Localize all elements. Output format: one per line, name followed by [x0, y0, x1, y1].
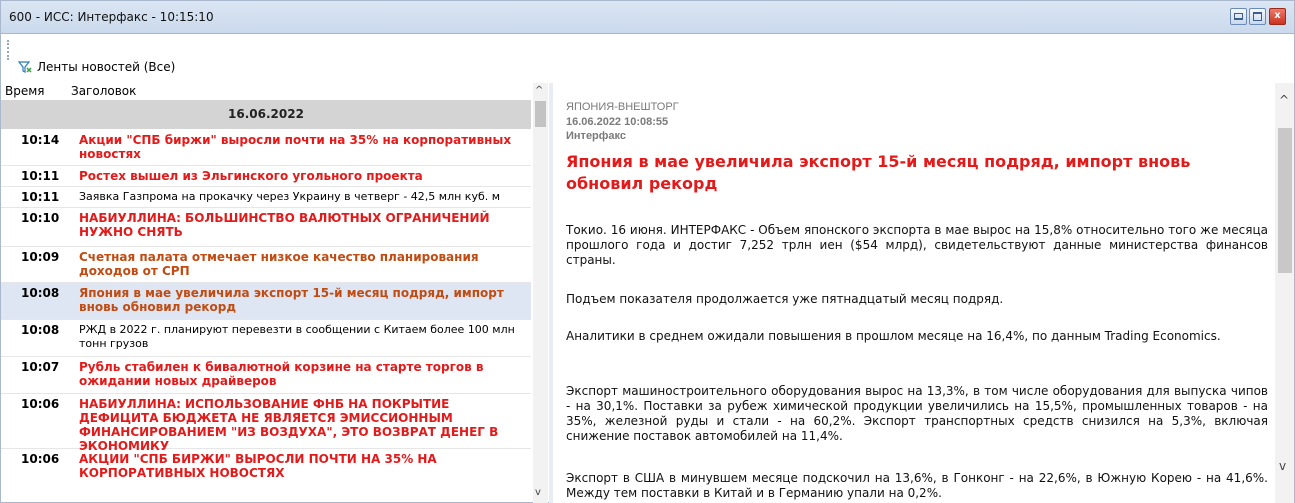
news-headline: Акции "СПБ биржи" выросли почти на 35% н…	[79, 133, 512, 161]
news-headline: Ростех вышел из Эльгинского угольного пр…	[79, 169, 423, 183]
list-column-header: Время Заголовок	[1, 83, 531, 100]
window-title: 600 - ИСС: Интерфакс - 10:15:10	[9, 10, 214, 24]
close-button[interactable]: x	[1269, 8, 1286, 25]
list-scrollbar[interactable]: ^ v	[533, 83, 548, 503]
article-paragraph: Токио. 16 июня. ИНТЕРФАКС - Объем японск…	[566, 223, 1268, 267]
news-headline: НАБИУЛЛИНА: БОЛЬШИНСТВО ВАЛЮТНЫХ ОГРАНИЧ…	[79, 211, 490, 239]
chevron-down-icon[interactable]: v	[535, 487, 541, 498]
news-row[interactable]: 10:06 АКЦИИ "СПБ БИРЖИ" ВЫРОСЛИ ПОЧТИ НА…	[1, 449, 531, 503]
article-scrollbar[interactable]: ^ v	[1275, 83, 1294, 503]
column-time-header[interactable]: Время	[5, 84, 45, 98]
news-row-selected[interactable]: 10:08 Япония в мае увеличила экспорт 15-…	[1, 283, 531, 320]
minimize-icon	[1234, 13, 1243, 20]
news-row[interactable]: 10:07 Рубль стабилен к бивалютной корзин…	[1, 357, 531, 394]
news-time: 10:11	[21, 169, 60, 183]
news-row[interactable]: 10:14 Акции "СПБ биржи" выросли почти на…	[1, 130, 531, 166]
article-rubric: ЯПОНИЯ-ВНЕШТОРГ	[566, 101, 679, 113]
list-scroll-thumb[interactable]	[535, 101, 546, 127]
filter-icon	[17, 61, 32, 73]
article-paragraph: Экспорт в США в минувшем месяце подскочи…	[566, 471, 1268, 500]
news-time: 10:07	[21, 360, 60, 374]
article-title: Япония в мае увеличила экспорт 15-й меся…	[566, 152, 1191, 193]
news-row[interactable]: 10:11 Ростех вышел из Эльгинского угольн…	[1, 166, 531, 187]
chevron-down-icon[interactable]: v	[1279, 459, 1286, 473]
news-headline: АКЦИИ "СПБ БИРЖИ" ВЫРОСЛИ ПОЧТИ НА 35% Н…	[79, 452, 437, 480]
article-paragraph: Экспорт машиностроительного оборудования…	[566, 384, 1268, 443]
chevron-up-icon[interactable]: ^	[1279, 93, 1289, 107]
news-time: 10:09	[21, 250, 60, 264]
news-time: 10:11	[21, 190, 60, 204]
news-row[interactable]: 10:08 РЖД в 2022 г. планируют перевезти …	[1, 320, 531, 357]
news-window: 600 - ИСС: Интерфакс - 10:15:10 x Ленты …	[0, 0, 1295, 503]
news-time: 10:14	[21, 133, 60, 147]
news-headline: Заявка Газпрома на прокачку через Украин…	[79, 190, 501, 203]
news-time: 10:10	[21, 211, 60, 225]
article-pane: ЯПОНИЯ-ВНЕШТОРГ 16.06.2022 10:08:55 Инте…	[553, 83, 1275, 503]
maximize-button[interactable]	[1249, 8, 1266, 25]
article-agency: Интерфакс	[566, 130, 626, 142]
news-row[interactable]: 10:11 Заявка Газпрома на прокачку через …	[1, 187, 531, 208]
news-row[interactable]: 10:09 Счетная палата отмечает низкое кач…	[1, 247, 531, 283]
title-bar[interactable]: 600 - ИСС: Интерфакс - 10:15:10 x	[1, 1, 1294, 34]
news-row[interactable]: 10:10 НАБИУЛЛИНА: БОЛЬШИНСТВО ВАЛЮТНЫХ О…	[1, 208, 531, 247]
date-group-header: 16.06.2022	[1, 100, 531, 129]
toolbar-grip[interactable]	[7, 40, 9, 60]
column-headline-header[interactable]: Заголовок	[71, 84, 136, 98]
chevron-up-icon[interactable]: ^	[535, 85, 543, 96]
article-paragraph: Подъем показателя продолжается уже пятна…	[566, 292, 1004, 306]
news-time: 10:08	[21, 286, 60, 300]
news-headline: Рубль стабилен к бивалютной корзине на с…	[79, 360, 484, 388]
news-list: 16.06.2022 10:14 Акции "СПБ биржи" вырос…	[1, 100, 531, 503]
article-scroll-thumb[interactable]	[1278, 128, 1292, 273]
news-headline: РЖД в 2022 г. планируют перевезти в сооб…	[79, 323, 515, 350]
minimize-button[interactable]	[1230, 8, 1247, 25]
news-headline: Счетная палата отмечает низкое качество …	[79, 250, 479, 278]
maximize-icon	[1253, 12, 1262, 21]
article-paragraph: Аналитики в среднем ожидали повышения в …	[566, 329, 1221, 343]
news-time: 10:06	[21, 452, 60, 466]
news-headline: Япония в мае увеличила экспорт 15-й меся…	[79, 286, 504, 314]
news-feeds-label: Ленты новостей (Все)	[37, 60, 176, 74]
news-row[interactable]: 10:06 НАБИУЛЛИНА: ИСПОЛЬЗОВАНИЕ ФНБ НА П…	[1, 394, 531, 453]
news-feeds-button[interactable]: Ленты новостей (Все)	[17, 57, 175, 77]
article-timestamp: 16.06.2022 10:08:55	[566, 116, 669, 128]
news-headline: НАБИУЛЛИНА: ИСПОЛЬЗОВАНИЕ ФНБ НА ПОКРЫТИ…	[79, 397, 499, 453]
news-time: 10:06	[21, 397, 60, 411]
news-time: 10:08	[21, 323, 60, 337]
close-icon: x	[1274, 10, 1281, 21]
toolbar: Ленты новостей (Все)	[1, 35, 1294, 83]
